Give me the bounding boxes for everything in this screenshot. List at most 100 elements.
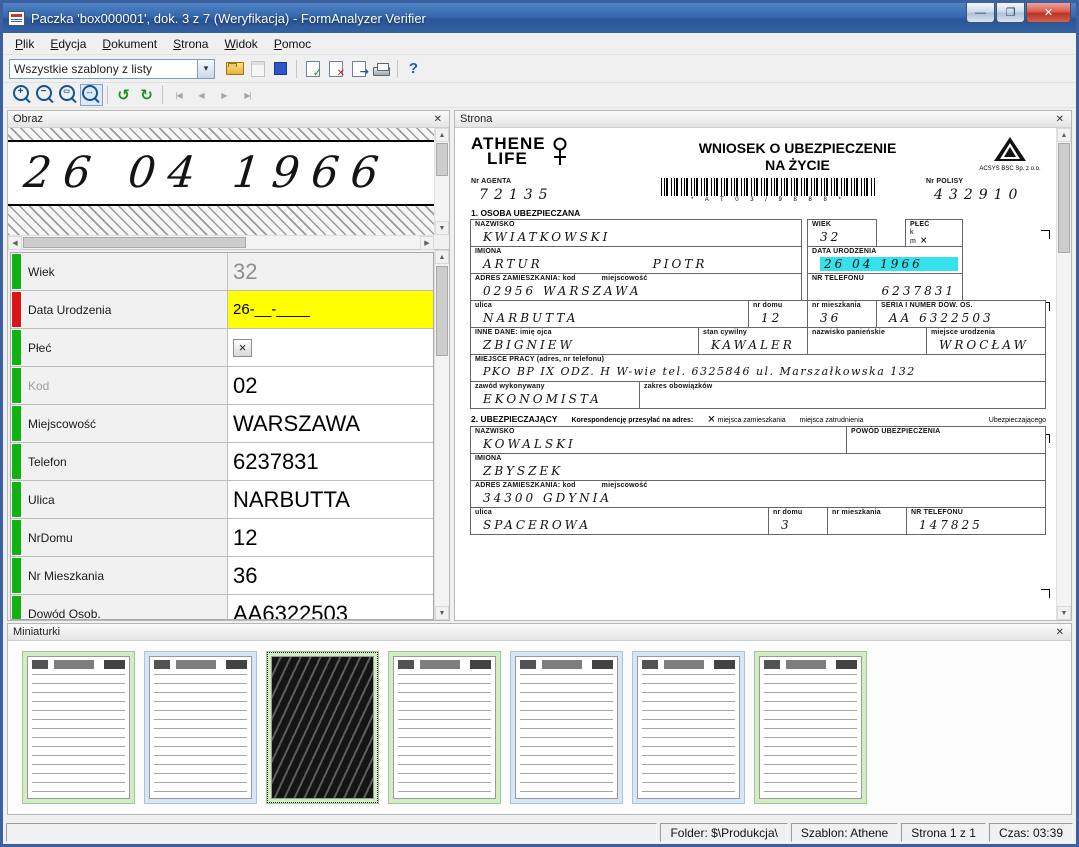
scroll-track[interactable] — [435, 264, 449, 606]
field-value[interactable]: 32 — [228, 253, 433, 290]
scroll-thumb[interactable] — [436, 266, 448, 356]
send-document-icon[interactable] — [347, 58, 370, 80]
form-field-nr-telefonu: NR TELEFONU 6237831 — [807, 273, 963, 301]
close-button[interactable]: ✕ — [1026, 3, 1071, 23]
form-field-stan-cywilny: stan cywilny KAWALER — [698, 327, 808, 355]
thumbnail-page-1[interactable] — [22, 651, 135, 804]
nav-next-page-icon[interactable] — [213, 84, 236, 106]
open-folder-icon[interactable] — [223, 58, 246, 80]
field-value[interactable]: 36 — [228, 557, 433, 594]
obraz-vertical-scrollbar[interactable]: ▲ ▼ — [434, 128, 449, 235]
menu-widok[interactable]: Widok — [216, 35, 265, 53]
scroll-track[interactable] — [22, 236, 420, 249]
field-value[interactable]: 12 — [228, 519, 433, 556]
form-field-nazwisko2: NAZWISKO KOWALSKI — [470, 426, 847, 454]
field-value-text: 36 — [233, 563, 257, 589]
apply-template-icon[interactable] — [246, 58, 269, 80]
field-value[interactable]: NARBUTTA — [228, 481, 433, 518]
zoom-in-icon[interactable] — [11, 84, 34, 106]
field-status-indicator — [12, 368, 21, 403]
thumbnail-page-4[interactable] — [388, 651, 501, 804]
rotate-right-icon[interactable] — [135, 84, 158, 106]
accept-document-icon[interactable] — [301, 58, 324, 80]
logo-text-bottom: LIFE — [487, 151, 546, 166]
minimize-button[interactable]: — — [966, 3, 995, 23]
scroll-track[interactable] — [435, 142, 449, 221]
fields-vertical-scrollbar[interactable]: ▲ ▼ — [434, 250, 449, 620]
rotate-left-icon[interactable] — [112, 84, 135, 106]
field-value-text: WARSZAWA — [233, 411, 360, 437]
field-value[interactable]: 26-__-____ — [228, 291, 433, 328]
maximize-button[interactable]: ❐ — [996, 3, 1025, 23]
scroll-thumb[interactable] — [1058, 143, 1070, 253]
field-status-indicator — [12, 330, 21, 365]
form-field-nr-mieszkania: nr mieszkania 36 — [807, 300, 877, 328]
scroll-down-icon[interactable]: ▼ — [435, 221, 449, 235]
field-status-indicator — [12, 520, 21, 555]
menu-plik[interactable]: Plik — [7, 35, 42, 53]
print-icon[interactable] — [370, 58, 393, 80]
help-icon[interactable] — [402, 58, 425, 80]
zoom-out-icon[interactable] — [34, 84, 57, 106]
obraz-horizontal-scrollbar[interactable]: ◀ ▶ — [8, 235, 434, 249]
thumbnail-page-7[interactable] — [754, 651, 867, 804]
nav-prev-page-icon[interactable] — [190, 84, 213, 106]
scroll-up-icon[interactable]: ▲ — [1057, 128, 1071, 142]
scroll-track[interactable] — [1057, 142, 1071, 606]
zoom-fit-page-icon[interactable] — [57, 84, 80, 106]
obraz-close-icon[interactable]: ✕ — [432, 114, 444, 125]
field-row-miejscowosc: MiejscowośćWARSZAWA — [11, 405, 433, 443]
scroll-down-icon[interactable]: ▼ — [435, 606, 449, 620]
statusbar: Folder: $\Produkcja\ Szablon: Athene Str… — [3, 821, 1076, 844]
field-value[interactable]: × — [228, 329, 433, 366]
reject-document-icon[interactable] — [324, 58, 347, 80]
template-filter-dropdown[interactable]: Wszystkie szablony z listy ▾ — [9, 59, 215, 79]
form-field-nr-domu: nr domu 12 — [748, 300, 808, 328]
scroll-left-icon[interactable]: ◀ — [8, 236, 22, 250]
scroll-down-icon[interactable]: ▼ — [1057, 606, 1071, 620]
field-row-dowod-osob: Dowód Osob.AA6322503 — [11, 595, 433, 620]
acsys-logo: ACSYS BSC Sp. z o.o. — [974, 136, 1046, 172]
field-label: Nr Mieszkania — [22, 557, 228, 594]
form-field-nazwisko: NAZWISKO KWIATKOWSKI — [470, 219, 802, 247]
form-field-imiona: IMIONA ARTURPIOTR — [470, 246, 802, 274]
thumbnail-page-2[interactable] — [144, 651, 257, 804]
stop-icon[interactable] — [269, 58, 292, 80]
thumbnail-page-6[interactable] — [632, 651, 745, 804]
obraz-panel-header: Obraz ✕ — [8, 111, 449, 128]
field-value[interactable]: AA6322503 — [228, 595, 433, 620]
nav-last-page-icon[interactable] — [236, 84, 259, 106]
scroll-up-icon[interactable]: ▲ — [435, 250, 449, 264]
miniaturki-close-icon[interactable]: ✕ — [1054, 627, 1066, 638]
field-value[interactable]: 6237831 — [228, 443, 433, 480]
menu-edycja[interactable]: Edycja — [42, 35, 94, 53]
scroll-right-icon[interactable]: ▶ — [420, 236, 434, 250]
field-row-data-urodzenia: Data Urodzenia26-__-____ — [11, 291, 433, 329]
highlighted-field-value[interactable]: 26 04 1966 — [820, 257, 958, 271]
field-value[interactable]: WARSZAWA — [228, 405, 433, 442]
main-toolbar-icons — [223, 58, 425, 80]
strona-vertical-scrollbar[interactable]: ▲ ▼ — [1056, 128, 1071, 620]
nav-first-page-icon[interactable] — [167, 84, 190, 106]
strona-close-icon[interactable]: ✕ — [1054, 114, 1066, 125]
thumbnail-page-5[interactable] — [510, 651, 623, 804]
scroll-thumb[interactable] — [436, 143, 448, 176]
scroll-thumb[interactable] — [23, 237, 246, 248]
menu-dokument[interactable]: Dokument — [94, 35, 165, 53]
form-field-nr-telefonu2: NR TELEFONU 147825 — [906, 507, 1046, 535]
menu-pomoc[interactable]: Pomoc — [266, 35, 319, 53]
field-status-indicator — [12, 292, 21, 327]
page-view[interactable]: ATHENE LIFE WNIOSEK O UBEZPI — [455, 128, 1056, 620]
field-value[interactable]: 02 — [228, 367, 433, 404]
agent-label: Nr AGENTA — [471, 178, 611, 185]
dropdown-arrow-icon[interactable]: ▾ — [197, 60, 214, 78]
registration-mark — [1041, 230, 1050, 239]
app-icon — [8, 11, 25, 26]
scroll-up-icon[interactable]: ▲ — [435, 128, 449, 142]
field-row-nr-mieszkania: Nr Mieszkania36 — [11, 557, 433, 595]
menu-strona[interactable]: Strona — [165, 35, 216, 53]
thumbnail-page-3[interactable] — [266, 651, 379, 804]
field-image-view: 26 04 1966 — [8, 128, 434, 235]
zoom-fit-width-icon[interactable] — [80, 84, 103, 106]
checkbox-toggle[interactable]: × — [233, 339, 252, 357]
